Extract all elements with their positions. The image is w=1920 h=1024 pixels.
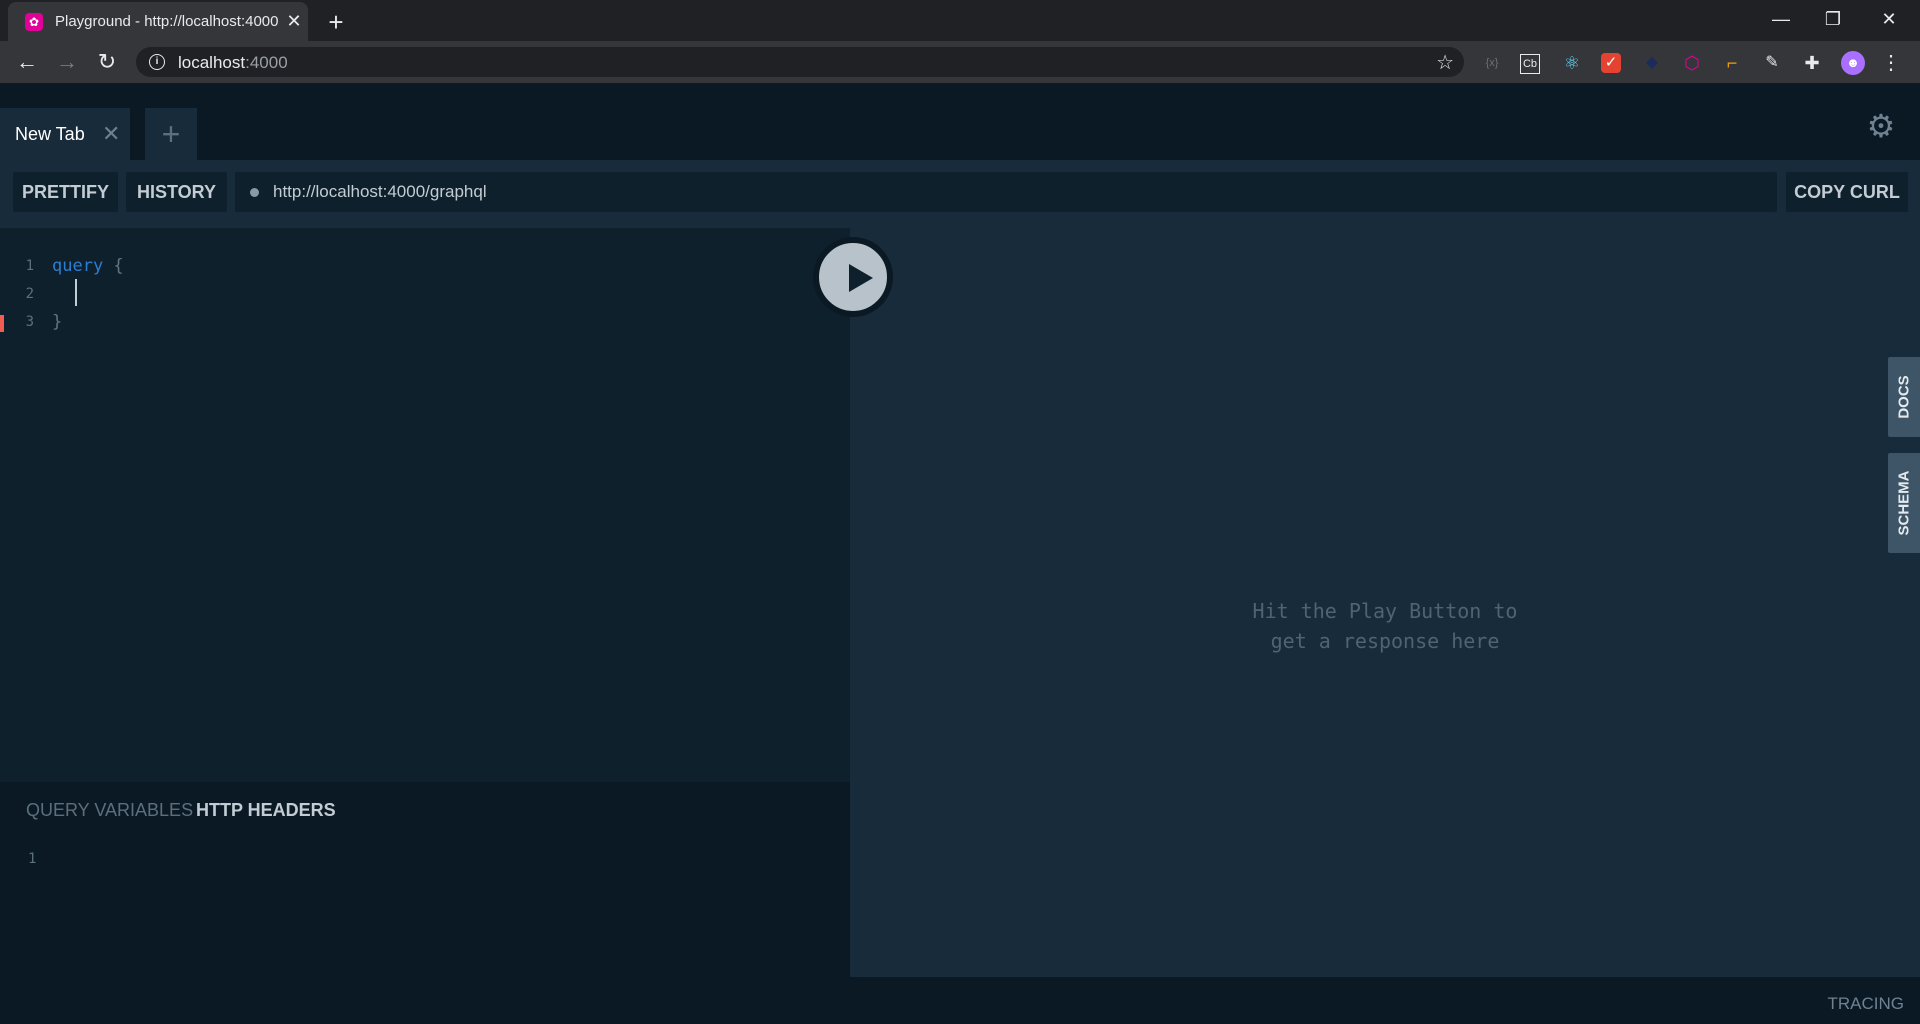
docs-tab-label: DOCS: [1895, 375, 1913, 419]
line-number: 1: [25, 258, 34, 274]
close-icon[interactable]: ✕: [102, 121, 120, 147]
play-icon: [849, 264, 873, 292]
gear-icon[interactable]: ⚙: [1866, 110, 1896, 142]
graphql-icon[interactable]: ⬡: [1681, 52, 1703, 74]
todoist-icon[interactable]: ✓: [1601, 53, 1621, 73]
bookmark-star-icon[interactable]: ☆: [1436, 50, 1454, 75]
playground-tab-label: New Tab: [15, 124, 85, 144]
playground-toolbar: PRETTIFY HISTORY http://localhost:4000/g…: [0, 160, 1920, 228]
copy-curl-button[interactable]: COPY CURL: [1786, 172, 1908, 212]
schema-tab[interactable]: SCHEMA: [1888, 453, 1920, 553]
text-cursor: [75, 279, 77, 306]
line-number: 1: [28, 851, 37, 867]
prettify-button[interactable]: PRETTIFY: [13, 172, 118, 212]
schema-tab-label: SCHEMA: [1895, 470, 1913, 536]
pen-icon[interactable]: ✎: [1761, 52, 1783, 74]
address-text[interactable]: localhost:4000: [178, 53, 288, 73]
url-port: :4000: [245, 53, 288, 72]
site-info-icon[interactable]: i: [149, 54, 165, 70]
result-placeholder: Hit the Play Button to get a response he…: [850, 596, 1920, 656]
line-number: 3: [25, 314, 34, 330]
tab-http-headers[interactable]: HTTP HEADERS: [196, 800, 336, 821]
variables-pane: QUERY VARIABLES HTTP HEADERS 1: [0, 782, 850, 977]
restore-button[interactable]: ❐: [1810, 0, 1856, 41]
placeholder-line: Hit the Play Button to: [1252, 599, 1518, 623]
close-window-button[interactable]: ✕: [1866, 0, 1912, 41]
puzzle-icon[interactable]: ✚: [1801, 52, 1823, 74]
reload-icon[interactable]: ↻: [93, 48, 121, 76]
code-line[interactable]: query {: [52, 256, 124, 276]
history-button[interactable]: HISTORY: [126, 172, 227, 212]
back-arrow-icon[interactable]: ←: [13, 48, 41, 76]
error-marker: [0, 315, 4, 332]
dark-icon[interactable]: ◆: [1641, 52, 1663, 74]
query-editor[interactable]: 1 query { 2 3 }: [0, 228, 850, 782]
footer-bar: TRACING: [0, 977, 1920, 1024]
new-tab-button[interactable]: +: [322, 8, 350, 36]
endpoint-url: http://localhost:4000/graphql: [273, 182, 487, 201]
playground-tab[interactable]: New Tab ✕: [0, 108, 130, 160]
chrome-menu-icon[interactable]: ⋮: [1880, 52, 1902, 74]
close-tab-icon[interactable]: ✕: [284, 11, 304, 31]
playground-tab-bar: New Tab ✕ + ⚙: [0, 83, 1920, 160]
browser-tab[interactable]: ✿ Playground - http://localhost:4000 ✕: [8, 2, 308, 41]
react-devtools-icon[interactable]: ⚛: [1561, 52, 1583, 74]
play-button[interactable]: [813, 237, 893, 317]
placeholder-line: get a response here: [1270, 629, 1500, 653]
address-bar[interactable]: i localhost:4000 ☆: [136, 47, 1464, 77]
profile-avatar[interactable]: ☻: [1841, 51, 1865, 75]
json-viewer-icon[interactable]: {x}: [1481, 52, 1503, 74]
browser-tab-strip: ✿ Playground - http://localhost:4000 ✕ +…: [0, 0, 1920, 41]
minimize-button[interactable]: —: [1758, 0, 1804, 41]
result-pane: Hit the Play Button to get a response he…: [850, 228, 1920, 977]
code-punct: {: [103, 256, 124, 276]
code-punct: }: [52, 312, 63, 332]
endpoint-input[interactable]: http://localhost:4000/graphql: [235, 172, 1777, 212]
measure-icon[interactable]: ⌐: [1721, 52, 1743, 74]
docs-tab[interactable]: DOCS: [1888, 357, 1920, 437]
code-keyword: query: [52, 256, 104, 276]
forward-arrow-icon[interactable]: →: [53, 48, 81, 76]
line-number: 2: [25, 286, 34, 302]
url-host: localhost: [178, 53, 246, 72]
browser-tab-title: Playground - http://localhost:4000: [55, 13, 279, 30]
status-dot: [250, 188, 259, 197]
tracing-button[interactable]: TRACING: [1828, 994, 1905, 1014]
cb-icon[interactable]: Cb: [1520, 54, 1540, 74]
graphql-favicon-icon: ✿: [25, 13, 43, 31]
add-tab-button[interactable]: +: [145, 108, 197, 160]
browser-toolbar: ← → ↻ i localhost:4000 ☆ {x} Cb ⚛ ✓ ◆ ⬡ …: [0, 41, 1920, 83]
code-line[interactable]: }: [52, 312, 62, 332]
tab-query-variables[interactable]: QUERY VARIABLES: [26, 800, 193, 821]
